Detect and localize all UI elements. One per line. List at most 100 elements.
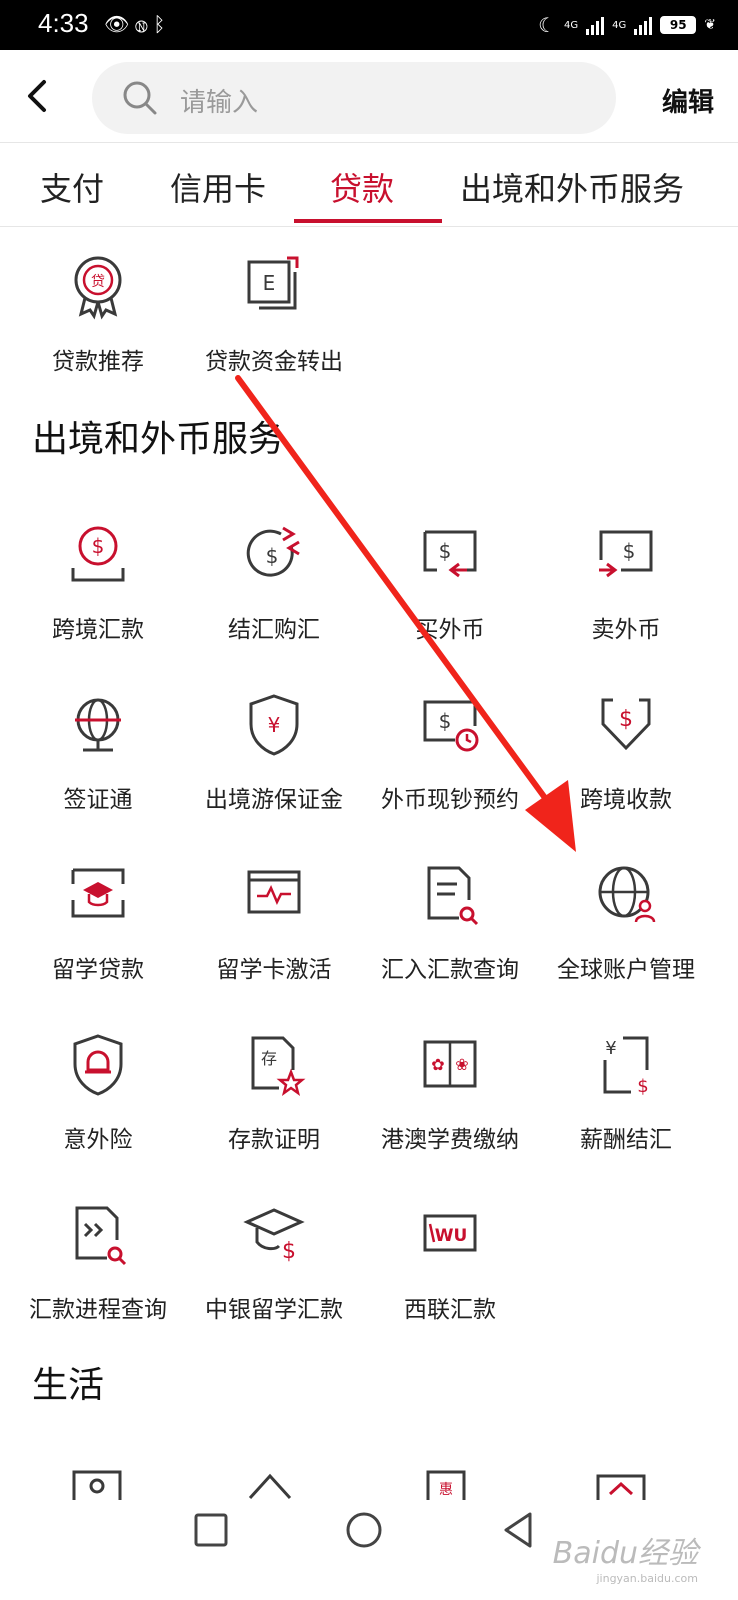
- svg-text:$: $: [92, 534, 105, 558]
- status-bar: 4:33 👁Ⓝᛒ ☾ 4G 4G 95 ❦: [0, 0, 738, 50]
- svg-text:WU: WU: [435, 1226, 468, 1246]
- global-account-label: 全球账户管理: [557, 956, 695, 982]
- svg-text:贷: 贷: [91, 274, 105, 290]
- svg-text:¥: ¥: [268, 713, 281, 737]
- svg-text:$: $: [619, 707, 633, 732]
- home-icon[interactable]: [344, 1510, 384, 1550]
- svg-text:$: $: [439, 709, 452, 733]
- remit-progress-icon: [75, 1206, 127, 1266]
- tab-foreign-services[interactable]: 出境和外币服务: [460, 164, 684, 210]
- remit-progress-label: 汇款进程查询: [29, 1296, 167, 1322]
- global-account-icon: [598, 866, 656, 923]
- eye-icon: 👁: [104, 12, 136, 36]
- hk-macau-tuition-label: 港澳学费缴纳: [381, 1126, 519, 1152]
- visa-label: 签证通: [63, 786, 133, 812]
- loan-recommend-label: 贷款推荐: [52, 348, 144, 374]
- edit-button[interactable]: 编辑: [662, 82, 714, 119]
- accident-insurance-item[interactable]: 意外险: [8, 1030, 188, 1154]
- global-account-item[interactable]: 全球账户管理: [536, 860, 716, 984]
- section-title-foreign: 出境和外币服务: [32, 418, 285, 459]
- buy-fx-item[interactable]: $ 买外币: [360, 520, 540, 644]
- leaf-icon: ❦: [704, 17, 716, 33]
- status-time: 4:33: [38, 8, 89, 38]
- cross-border-receive-icon: $: [601, 698, 651, 751]
- study-loan-item[interactable]: 留学贷款: [8, 860, 188, 984]
- salary-settlement-item[interactable]: ¥ $ 薪酬结汇: [536, 1030, 716, 1154]
- svg-text:$: $: [266, 544, 279, 568]
- baidu-watermark: Baidu经验 jingyan.baidu.com: [553, 1528, 698, 1585]
- svg-text:$: $: [637, 1076, 648, 1097]
- boc-study-remit-icon: $: [243, 1208, 305, 1264]
- boc-study-remit-item[interactable]: $ 中银留学汇款: [184, 1200, 364, 1324]
- boc-study-remit-label: 中银留学汇款: [205, 1296, 343, 1322]
- cash-reservation-icon: $: [423, 700, 479, 752]
- status-right-icons: ☾ 4G 4G 95 ❦: [538, 10, 716, 40]
- western-union-item[interactable]: WU 西联汇款: [360, 1200, 540, 1324]
- salary-settlement-label: 薪酬结汇: [580, 1126, 672, 1152]
- back-icon[interactable]: [20, 76, 56, 116]
- travel-deposit-item[interactable]: ¥ 出境游保证金: [184, 690, 364, 814]
- cross-border-receive-label: 跨境收款: [580, 786, 672, 812]
- accident-insurance-icon: [73, 1034, 123, 1096]
- loan-transfer-out-icon: E: [247, 256, 299, 310]
- back-nav-icon[interactable]: [500, 1510, 536, 1550]
- fx-exchange-label: 结汇购汇: [228, 616, 320, 642]
- accident-insurance-label: 意外险: [63, 1126, 133, 1152]
- svg-text:❀: ❀: [455, 1055, 468, 1074]
- inward-remit-query-label: 汇入汇款查询: [381, 956, 519, 982]
- study-loan-label: 留学贷款: [52, 956, 144, 982]
- signal-1-icon: [586, 15, 605, 35]
- visa-item[interactable]: 签证通: [8, 690, 188, 814]
- svg-text:E: E: [263, 271, 276, 295]
- svg-text:$: $: [282, 1239, 296, 1264]
- study-card-item[interactable]: 留学卡激活: [184, 860, 364, 984]
- watermark-sub: jingyan.baidu.com: [596, 1572, 698, 1585]
- deposit-certificate-icon: 存: [251, 1036, 306, 1096]
- travel-deposit-label: 出境游保证金: [205, 786, 343, 812]
- status-left-icons: 👁Ⓝᛒ: [104, 12, 171, 36]
- fx-exchange-item[interactable]: $ 结汇购汇: [184, 520, 364, 644]
- hk-macau-tuition-icon: ✿ ❀: [423, 1040, 477, 1088]
- cross-border-remit-icon: $: [71, 526, 125, 582]
- sell-fx-item[interactable]: $ 卖外币: [536, 520, 716, 644]
- remit-progress-item[interactable]: 汇款进程查询: [8, 1200, 188, 1324]
- inward-remit-query-item[interactable]: 汇入汇款查询: [360, 860, 540, 984]
- search-input[interactable]: 请输入: [180, 82, 258, 119]
- loan-transfer-out-item[interactable]: E 贷款资金转出: [184, 252, 364, 376]
- moon-icon: ☾: [538, 13, 557, 37]
- study-loan-icon: [71, 868, 125, 918]
- svg-text:惠: 惠: [439, 1482, 453, 1498]
- buy-fx-icon: $: [423, 530, 477, 578]
- loan-transfer-out-label: 贷款资金转出: [205, 348, 343, 374]
- svg-text:✿: ✿: [431, 1055, 444, 1074]
- cash-reservation-item[interactable]: $ 外币现钞预约: [360, 690, 540, 814]
- tab-credit-card[interactable]: 信用卡: [170, 164, 266, 210]
- deposit-certificate-label: 存款证明: [228, 1126, 320, 1152]
- cross-border-receive-item[interactable]: $ 跨境收款: [536, 690, 716, 814]
- signal-2-label: 4G: [612, 19, 627, 31]
- tab-loan[interactable]: 贷款: [330, 164, 394, 210]
- signal-2-icon: [634, 15, 653, 35]
- study-card-icon: [247, 870, 301, 914]
- recent-apps-icon[interactable]: [193, 1512, 229, 1548]
- signal-1-label: 4G: [564, 19, 579, 31]
- salary-settlement-icon: ¥$: [603, 1036, 649, 1097]
- watermark-text: Baidu经验: [552, 1536, 698, 1571]
- sell-fx-icon: $: [599, 530, 653, 578]
- search-icon: [123, 81, 157, 115]
- search-bar[interactable]: 请输入: [92, 62, 616, 134]
- bluetooth-icon: ᛒ: [153, 12, 172, 36]
- visa-globe-icon: [75, 698, 121, 752]
- loan-recommend-item[interactable]: 贷 贷款推荐: [8, 252, 188, 376]
- deposit-certificate-item[interactable]: 存 存款证明: [184, 1030, 364, 1154]
- cross-border-remit-label: 跨境汇款: [52, 616, 144, 642]
- active-tab-indicator: [294, 219, 442, 223]
- battery-icon: 95: [660, 16, 697, 34]
- section-title-life: 生活: [32, 1364, 105, 1405]
- hk-macau-tuition-item[interactable]: ✿ ❀ 港澳学费缴纳: [360, 1030, 540, 1154]
- tab-payment[interactable]: 支付: [40, 164, 104, 210]
- cross-border-remit-item[interactable]: $ 跨境汇款: [8, 520, 188, 644]
- header: 请输入 编辑: [0, 50, 738, 143]
- svg-text:$: $: [439, 539, 452, 563]
- buy-fx-label: 买外币: [415, 616, 485, 642]
